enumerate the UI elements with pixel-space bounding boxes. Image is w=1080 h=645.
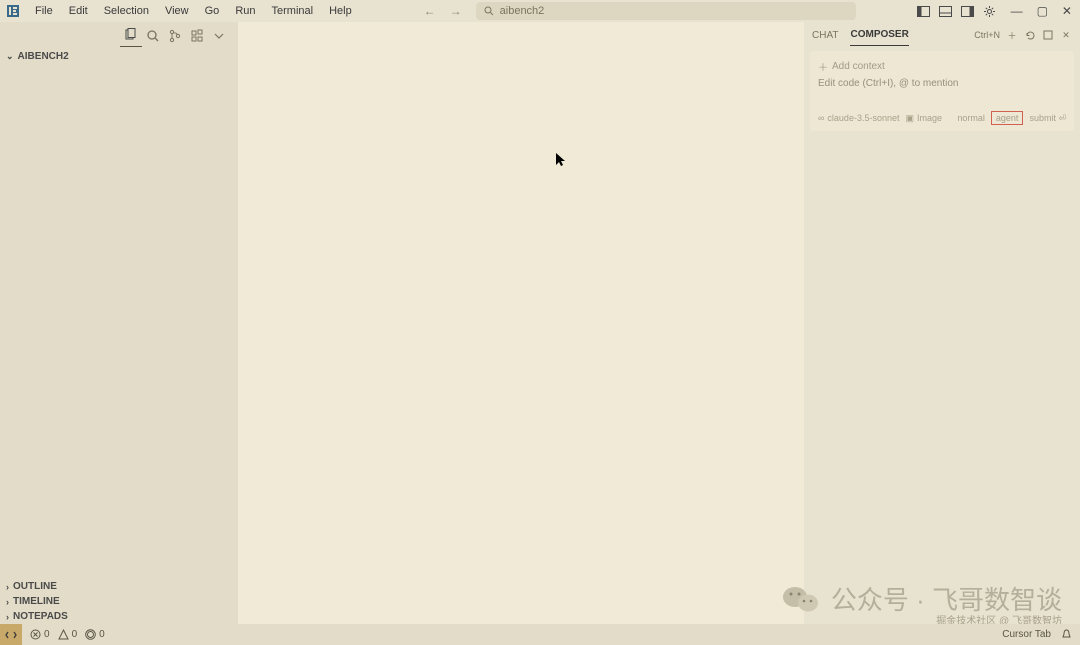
expand-icon[interactable] [1042, 29, 1054, 41]
menu-view[interactable]: View [158, 2, 196, 20]
port-count: 0 [99, 629, 105, 640]
menu-help[interactable]: Help [322, 2, 359, 20]
chevron-right-icon: › [6, 612, 9, 622]
close-panel-icon[interactable]: ✕ [1060, 29, 1072, 41]
shortcut-hint: Ctrl+N [974, 30, 1000, 40]
status-bar: 0 0 0 Cursor Tab [0, 624, 1080, 645]
explorer-tab-icon[interactable] [120, 25, 142, 47]
menu-run[interactable]: Run [228, 2, 262, 20]
outline-label: OUTLINE [13, 581, 57, 592]
editor-area[interactable] [238, 22, 804, 624]
warning-icon [58, 629, 69, 640]
menu-file[interactable]: File [28, 2, 60, 20]
outline-section[interactable]: › OUTLINE [0, 579, 238, 594]
chevron-right-icon: › [6, 582, 9, 592]
notepads-section[interactable]: › NOTEPADS [0, 609, 238, 624]
search-icon [484, 6, 494, 16]
window-minimize-icon[interactable]: — [1011, 4, 1023, 18]
menu-edit[interactable]: Edit [62, 2, 95, 20]
extensions-tab-icon[interactable] [186, 25, 208, 47]
panel-bottom-icon[interactable] [939, 4, 953, 18]
search-tab-icon[interactable] [142, 25, 164, 47]
panel-left-icon[interactable] [917, 4, 931, 18]
chevron-icon: ∞ [818, 113, 824, 123]
status-errors[interactable]: 0 [30, 629, 50, 640]
model-name: claude-3.5-sonnet [827, 113, 899, 123]
nav-forward-icon[interactable]: → [446, 2, 466, 20]
error-icon [30, 629, 41, 640]
port-icon [85, 629, 96, 640]
menu-selection[interactable]: Selection [97, 2, 156, 20]
new-chat-icon[interactable]: ＋ [1006, 29, 1018, 41]
mode-normal[interactable]: normal [957, 113, 985, 123]
composer-input-box[interactable]: ＋ Add context Edit code (Ctrl+I), @ to m… [810, 51, 1074, 131]
explorer-folder-header[interactable]: ⌄ AIBENCH2 [0, 49, 238, 64]
warning-count: 0 [72, 629, 78, 640]
file-tree[interactable] [0, 64, 238, 579]
plus-icon: ＋ [818, 59, 828, 74]
window-close-icon[interactable]: ✕ [1062, 4, 1072, 18]
folder-name: AIBENCH2 [18, 51, 69, 62]
menu-go[interactable]: Go [198, 2, 227, 20]
menu-terminal[interactable]: Terminal [265, 2, 321, 20]
chevron-down-icon: ⌄ [6, 51, 14, 62]
search-text: aibench2 [500, 5, 545, 17]
timeline-label: TIMELINE [13, 596, 60, 607]
app-logo-icon [4, 2, 22, 20]
cursor-tab-status[interactable]: Cursor Tab [1002, 629, 1051, 640]
window-maximize-icon[interactable]: ▢ [1037, 4, 1048, 18]
timeline-section[interactable]: › TIMELINE [0, 594, 238, 609]
right-panel: CHAT COMPOSER Ctrl+N ＋ ✕ ＋ Add context E… [804, 22, 1080, 624]
panel-right-icon[interactable] [961, 4, 975, 18]
mouse-cursor-icon [556, 153, 566, 167]
chevron-right-icon: › [6, 597, 9, 607]
chat-tab[interactable]: CHAT [812, 25, 838, 46]
composer-tab[interactable]: COMPOSER [850, 24, 908, 46]
settings-gear-icon[interactable] [983, 4, 997, 18]
error-count: 0 [44, 629, 50, 640]
sidebar: ⌄ AIBENCH2 › OUTLINE › TIMELINE › NOTEPADS [0, 22, 238, 624]
image-icon: ▣ [905, 113, 914, 124]
history-icon[interactable] [1024, 29, 1036, 41]
more-tabs-icon[interactable] [208, 25, 230, 47]
image-label: Image [917, 113, 942, 123]
status-warnings[interactable]: 0 [58, 629, 78, 640]
notifications-icon[interactable] [1061, 629, 1072, 640]
source-control-tab-icon[interactable] [164, 25, 186, 47]
main-menu: File Edit Selection View Go Run Terminal… [28, 2, 359, 20]
add-context-button[interactable]: ＋ Add context [818, 59, 1066, 74]
model-selector[interactable]: ∞ claude-3.5-sonnet [818, 113, 899, 123]
notepads-label: NOTEPADS [13, 611, 68, 622]
mode-agent[interactable]: agent [991, 111, 1024, 125]
nav-back-icon[interactable]: ← [420, 2, 440, 20]
composer-placeholder: Edit code (Ctrl+I), @ to mention [818, 78, 1066, 89]
submit-button[interactable]: submit ⏎ [1029, 113, 1066, 124]
command-center[interactable]: aibench2 [476, 2, 856, 20]
attach-image-button[interactable]: ▣ Image [905, 113, 942, 124]
add-context-label: Add context [832, 61, 885, 72]
remote-indicator[interactable] [0, 624, 22, 645]
status-ports[interactable]: 0 [85, 629, 105, 640]
